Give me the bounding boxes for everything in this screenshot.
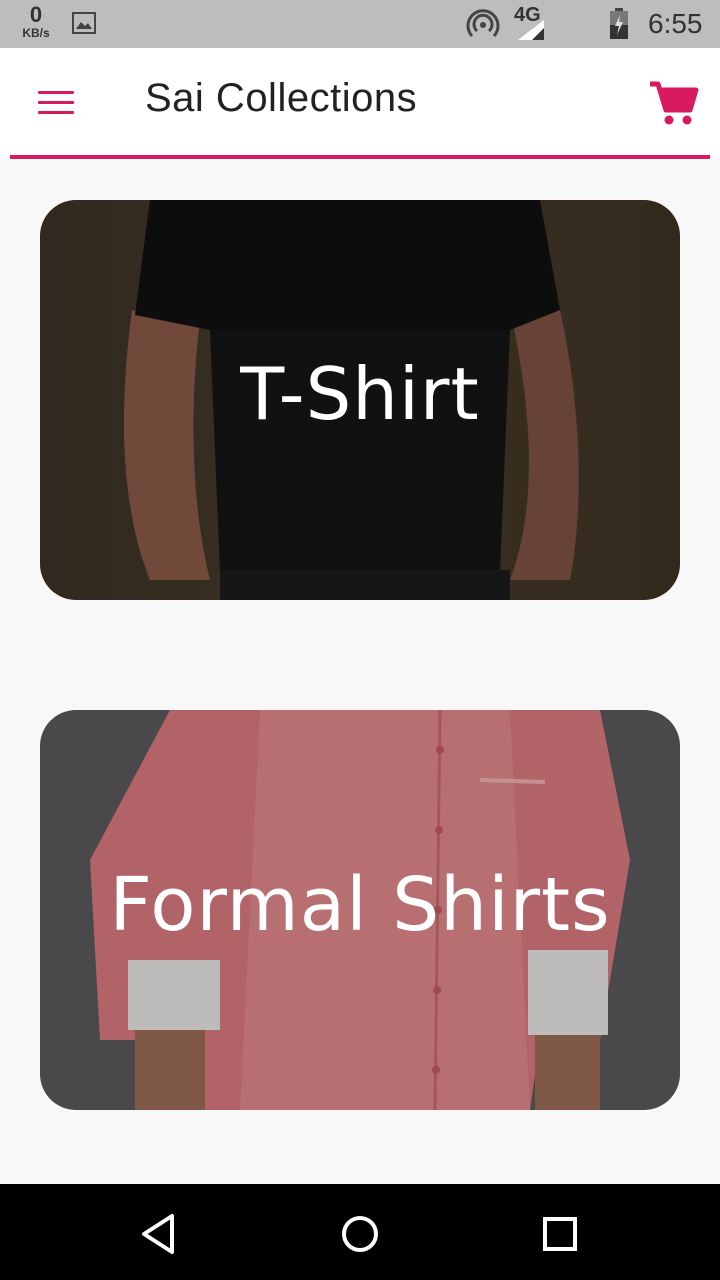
signal-indicator: 4G [514,4,554,44]
home-icon[interactable] [336,1210,384,1258]
battery-icon [610,8,628,39]
gallery-icon [72,12,96,34]
clock: 6:55 [648,8,703,39]
status-bar: 0 KB/s 4G 6:55 [0,0,720,48]
app-title: Sai Collections [145,76,418,120]
network-speed: 0 KB/s [16,2,56,40]
signal-icon [518,20,544,40]
app-bar: Sai Collections [0,48,720,156]
category-card-formal-shirts[interactable]: Formal Shirts [40,710,680,1110]
category-label: T-Shirt [240,352,480,436]
category-card-tshirt[interactable]: T-Shirt [40,200,680,600]
network-speed-unit: KB/s [22,26,50,40]
system-navigation-bar [0,1184,720,1280]
network-speed-value: 0 [29,2,43,27]
app-bar-divider [10,155,710,159]
back-icon[interactable] [136,1210,184,1258]
hotspot-icon [466,9,500,38]
hamburger-menu-icon[interactable] [28,82,84,122]
recent-apps-icon[interactable] [536,1210,584,1258]
category-label: Formal Shirts [109,862,611,948]
shopping-cart-icon[interactable] [644,76,700,128]
